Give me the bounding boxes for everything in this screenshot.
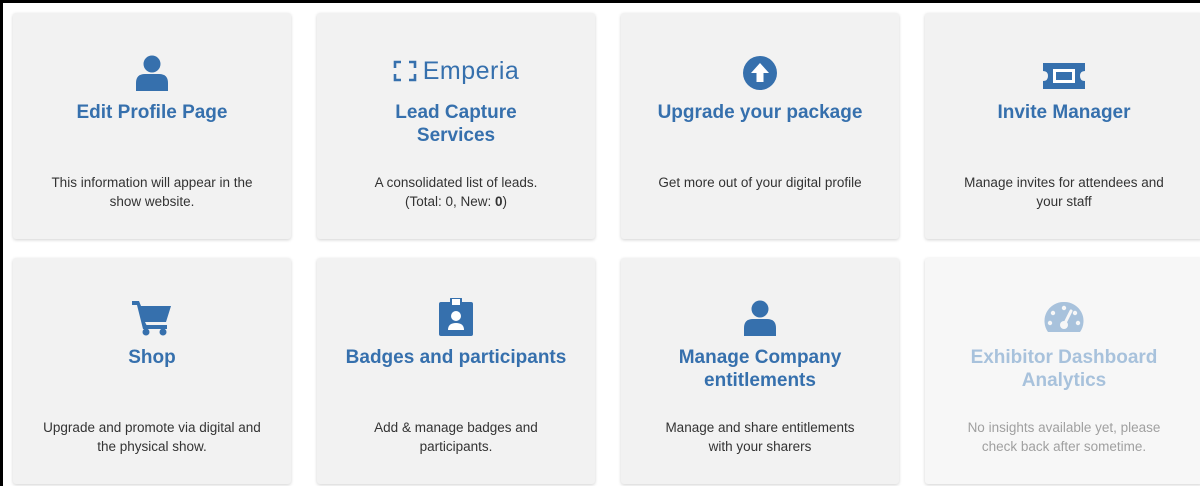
card-lead-capture[interactable]: Emperia Lead Capture Services A consolid… (317, 13, 595, 239)
card-description: A consolidated list of leads. (Total: 0,… (339, 173, 573, 211)
card-title: Invite Manager (997, 102, 1131, 123)
desc-line: the physical show. (97, 439, 207, 454)
card-title: Upgrade your package (657, 102, 863, 123)
id-badge-icon (317, 296, 595, 336)
card-description: Manage invites for attendees and your st… (947, 173, 1181, 211)
card-badges[interactable]: Badges and participants Add & manage bad… (317, 258, 595, 484)
card-title: Manage Company entitlements (641, 346, 879, 392)
card-description: Get more out of your digital profile (643, 173, 877, 192)
title-line: Analytics (1021, 370, 1107, 391)
ticket-icon (925, 51, 1200, 91)
desc-line: No insights available yet, please (967, 420, 1161, 435)
card-description: Upgrade and promote via digital and the … (35, 418, 269, 456)
card-company-entitlements[interactable]: Manage Company entitlements Manage and s… (621, 258, 899, 484)
person-icon (621, 296, 899, 336)
desc-line: Upgrade and promote via digital and (43, 420, 261, 435)
card-upgrade-package[interactable]: Upgrade your package Get more out of you… (621, 13, 899, 239)
card-description: This information will appear in the show… (35, 173, 269, 211)
lead-counts: (Total: 0, New: 0) (339, 192, 573, 211)
desc-line: participants. (419, 439, 493, 454)
person-icon (13, 51, 291, 91)
new-count: 0 (495, 194, 503, 209)
card-description: Manage and share entitlements with your … (643, 418, 877, 456)
desc-line: Manage and share entitlements (665, 420, 855, 435)
counts-prefix: (Total: 0, New: (404, 194, 495, 209)
desc-line: show website. (109, 194, 195, 209)
gauge-icon (925, 296, 1200, 336)
desc-line: with your sharers (708, 439, 812, 454)
card-title: Exhibitor Dashboard Analytics (945, 346, 1183, 392)
emperia-logo: Emperia (317, 51, 595, 91)
desc-line: Get more out of your digital profile (658, 175, 862, 190)
shopping-cart-icon (13, 296, 291, 336)
card-invite-manager[interactable]: Invite Manager Manage invites for attend… (925, 13, 1200, 239)
card-shop[interactable]: Shop Upgrade and promote via digital and… (13, 258, 291, 484)
counts-suffix: ) (502, 194, 508, 209)
card-exhibitor-analytics: Exhibitor Dashboard Analytics No insight… (925, 258, 1200, 484)
title-line: entitlements (704, 370, 816, 391)
card-title: Badges and participants (345, 347, 567, 368)
card-description: No insights available yet, please check … (947, 418, 1181, 456)
card-title: Shop (128, 347, 176, 368)
emperia-logo-text: Emperia (422, 56, 520, 85)
dashboard-grid: Edit Profile Page This information will … (0, 0, 1200, 486)
title-line: Manage Company (678, 347, 842, 368)
card-edit-profile[interactable]: Edit Profile Page This information will … (13, 13, 291, 239)
arrow-up-circle-icon (621, 51, 899, 91)
desc-line: Add & manage badges and (374, 420, 538, 435)
desc-line: check back after sometime. (981, 439, 1147, 454)
desc-line: your staff (1036, 194, 1092, 209)
bracket-icon (393, 60, 417, 82)
card-description: Add & manage badges and participants. (339, 418, 573, 456)
card-title: Edit Profile Page (76, 102, 228, 123)
title-line: Services (416, 125, 496, 146)
title-line: Exhibitor Dashboard (970, 347, 1158, 368)
desc-line: This information will appear in the (51, 175, 253, 190)
desc-line: A consolidated list of leads. (374, 175, 538, 190)
desc-line: Manage invites for attendees and (964, 175, 1164, 190)
card-title: Lead Capture Services (337, 101, 575, 147)
title-line: Lead Capture (395, 102, 517, 123)
